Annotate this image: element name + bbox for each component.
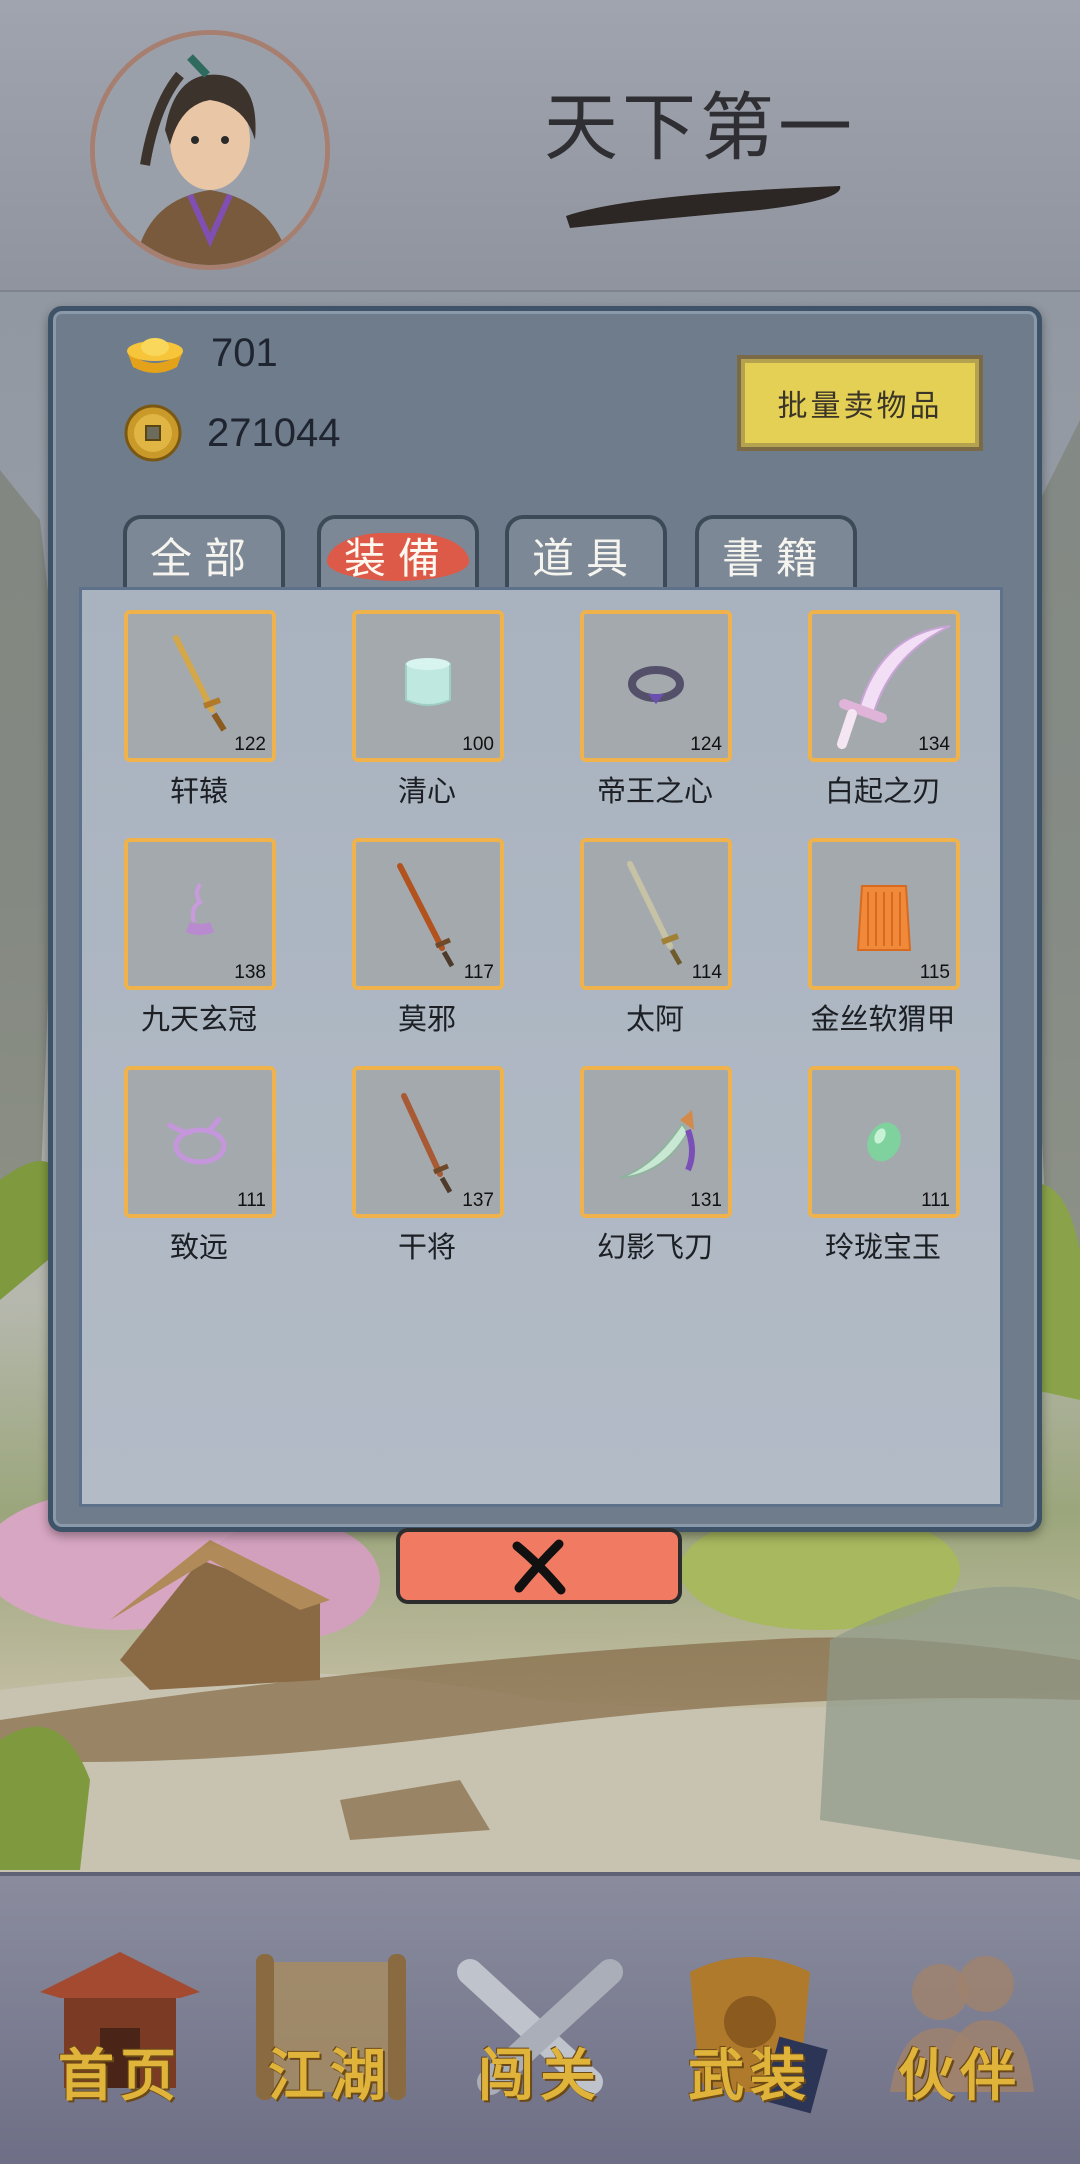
item-name: 金丝软猬甲 [810,1002,956,1036]
item-name: 干将 [397,1230,456,1264]
nav-label: 首页 [58,2043,182,2109]
profile-header: 天下第一 [0,0,1080,292]
item-level: 100 [462,734,494,755]
tab-label: 道具 [531,533,640,583]
item-name: 白起之刃 [824,774,941,808]
tab-label: 全部 [149,533,258,583]
nav-companions[interactable]: 伙伴 [860,1932,1060,2132]
close-icon [512,1539,566,1595]
bulk-sell-button[interactable]: 批量卖物品 [737,355,983,451]
brush-stroke-decoration [566,186,841,228]
tab-equipment[interactable]: 装備 [317,515,479,591]
nav-challenge[interactable]: 闯关 [440,1932,640,2132]
item-frame: 122 [124,610,276,762]
tab-label: 書籍 [721,533,830,583]
gold-ingot-row: 701 [123,329,278,377]
item-frame: 111 [808,1066,960,1218]
nav-label: 伙伴 [898,2043,1022,2109]
item-level: 122 [234,734,266,755]
tab-all[interactable]: 全部 [123,515,285,591]
item-level: 134 [918,734,950,755]
item-name: 清心 [397,774,456,808]
coin-row: 271044 [123,403,340,463]
item-level: 111 [921,1190,950,1211]
item-name: 太阿 [625,1002,684,1036]
item-frame: 100 [352,610,504,762]
item-level: 124 [690,734,722,755]
avatar[interactable] [90,30,330,270]
item-level: 115 [919,962,950,983]
item-level: 131 [690,1190,722,1211]
nav-label: 武装 [688,2043,812,2109]
coin-amount: 271044 [207,410,341,455]
item-frame: 138 [124,838,276,990]
bottom-navigation: 首页 江湖 闯关 武装 伙伴 [0,1872,1080,2164]
item-level: 137 [462,1190,494,1211]
nav-jianghu[interactable]: 江湖 [230,1932,430,2132]
gold-ingot-icon [127,338,183,373]
nav-label: 闯关 [478,2043,602,2109]
copper-coin-icon [124,404,182,462]
item-name: 致远 [169,1230,228,1264]
item-name: 九天玄冠 [140,1002,257,1036]
gold-ingot-amount: 701 [211,330,278,375]
item-frame: 134 [808,610,960,762]
nav-home[interactable]: 首页 [20,1932,220,2132]
tab-label: 装備 [343,533,452,583]
nav-label: 江湖 [268,2043,392,2109]
inventory-panel: 701 271044 批量卖物品 全部 装備 道具 書籍 122 轩辕 100 … [48,306,1042,1532]
item-name: 莫邪 [397,1002,456,1036]
item-grid: 122 轩辕 100 清心 124 帝王之心 134 白起之刃 138 九天玄冠… [79,587,1003,1507]
item-frame: 117 [352,838,504,990]
item-level: 114 [691,962,722,983]
item-name: 帝王之心 [596,774,713,808]
item-name: 玲珑宝玉 [824,1230,941,1264]
item-frame: 137 [352,1066,504,1218]
close-button[interactable] [396,1528,682,1604]
item-level: 111 [237,1190,266,1211]
item-frame: 115 [808,838,960,990]
item-name: 幻影飞刀 [596,1230,713,1264]
item-frame: 111 [124,1066,276,1218]
item-level: 138 [234,962,266,983]
item-level: 117 [463,962,494,983]
item-frame: 131 [580,1066,732,1218]
page-title: 天下第一 [544,85,856,171]
tab-props[interactable]: 道具 [505,515,667,591]
item-name: 轩辕 [169,774,228,808]
nav-equipment[interactable]: 武装 [650,1932,850,2132]
tab-books[interactable]: 書籍 [695,515,857,591]
item-frame: 114 [580,838,732,990]
item-frame: 124 [580,610,732,762]
